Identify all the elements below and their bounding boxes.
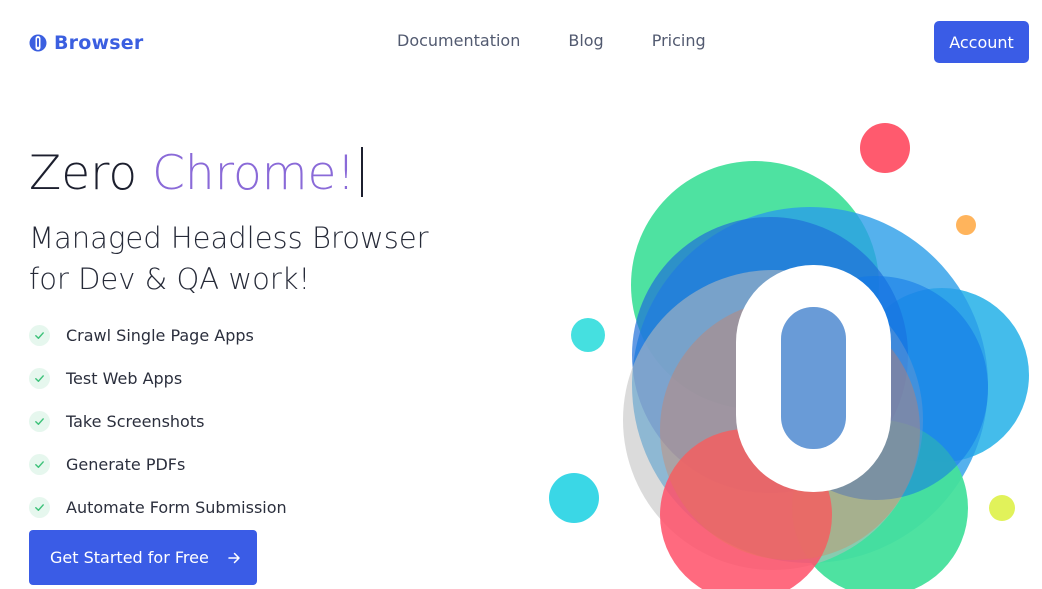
feature-label: Generate PDFs [66, 455, 186, 474]
hero-subtitle-line-1: Managed Headless Browser [29, 221, 429, 255]
get-started-button[interactable]: Get Started for Free [29, 530, 257, 585]
check-icon [29, 368, 50, 389]
brand-name: Browser [54, 32, 144, 54]
hero-subtitle: Managed Headless Browser for Dev & QA wo… [29, 218, 469, 300]
feature-item: Generate PDFs [29, 443, 287, 486]
logo-icon [29, 34, 47, 52]
feature-label: Test Web Apps [66, 369, 183, 388]
hero-subtitle-line-2: for Dev & QA work! [29, 262, 311, 296]
arrow-right-icon [228, 552, 240, 563]
hero-title: Zero Chrome! [29, 145, 364, 203]
hero-illustration [549, 123, 1029, 589]
hero-title-plain: Zero [29, 146, 153, 201]
check-icon [29, 497, 50, 518]
check-icon [29, 454, 50, 475]
check-icon [29, 325, 50, 346]
main-nav: Documentation Blog Pricing [397, 31, 754, 51]
brand-logo[interactable]: Browser [29, 32, 143, 54]
nav-link-documentation[interactable]: Documentation [397, 31, 520, 51]
site-header: Browser Documentation Blog Pricing Accou… [0, 0, 1042, 84]
feature-item: Take Screenshots [29, 400, 287, 443]
feature-label: Automate Form Submission [66, 498, 287, 517]
feature-item: Automate Form Submission [29, 486, 287, 529]
get-started-label: Get Started for Free [50, 548, 209, 567]
hero-title-accent: Chrome! [152, 146, 356, 201]
nav-link-pricing[interactable]: Pricing [652, 31, 706, 51]
feature-item: Crawl Single Page Apps [29, 314, 287, 357]
account-button[interactable]: Account [934, 21, 1029, 63]
feature-list: Crawl Single Page Apps Test Web Apps Tak… [29, 314, 287, 529]
feature-label: Crawl Single Page Apps [66, 326, 254, 345]
feature-label: Take Screenshots [66, 412, 205, 431]
typing-caret [361, 147, 364, 197]
check-icon [29, 411, 50, 432]
feature-item: Test Web Apps [29, 357, 287, 400]
nav-link-blog[interactable]: Blog [568, 31, 603, 51]
